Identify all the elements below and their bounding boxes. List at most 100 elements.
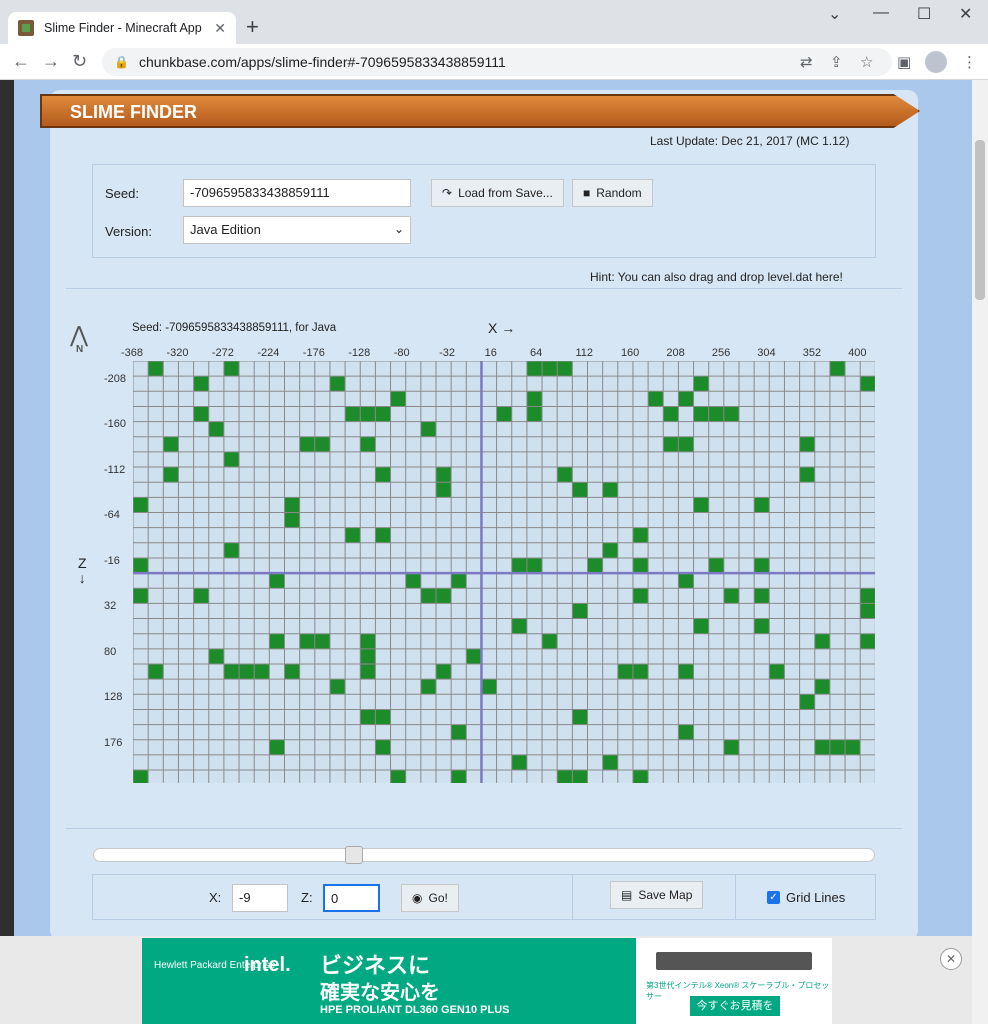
slime-chunk xyxy=(223,361,240,377)
ad-product: HPE PROLIANT DL360 GEN10 PLUS xyxy=(320,1004,510,1016)
load-from-save-button[interactable]: ↷ Load from Save... xyxy=(431,179,564,207)
x-tick-label: 256 xyxy=(711,347,731,359)
slime-chunk xyxy=(360,664,376,680)
chevron-down-icon: ⌄ xyxy=(393,222,404,236)
back-icon[interactable]: ← xyxy=(12,51,30,72)
version-label: Version: xyxy=(105,224,152,239)
x-axis-label: X → xyxy=(488,320,516,336)
advertisement[interactable]: Hewlett Packard Enterprise intel. ビジネスに … xyxy=(142,938,832,1024)
z-tick-label: -16 xyxy=(104,554,120,567)
x-tick-label: 304 xyxy=(757,347,776,359)
slime-chunk xyxy=(420,421,436,437)
slime-chunk xyxy=(678,391,694,407)
x-coord-label: X: xyxy=(209,890,222,905)
slime-chunk xyxy=(375,527,391,543)
slime-chunk xyxy=(193,376,209,392)
slime-chunk xyxy=(375,709,391,725)
page-scrollbar[interactable] xyxy=(972,80,988,1024)
slime-chunk xyxy=(678,724,694,740)
scrollbar-thumb[interactable] xyxy=(975,140,985,300)
tab-close-icon[interactable]: ✕ xyxy=(214,20,226,37)
slime-chunk xyxy=(632,770,649,783)
x-tick-label: -320 xyxy=(166,347,189,359)
slime-chunk xyxy=(557,361,573,377)
slime-chunk xyxy=(632,588,649,604)
slime-chunk xyxy=(496,406,512,422)
slime-chunk xyxy=(360,406,376,422)
close-window-icon[interactable]: ✕ xyxy=(959,4,972,24)
save-icon: ▤ xyxy=(621,888,633,902)
slime-chunk xyxy=(860,588,875,604)
ad-cta-button[interactable]: 今すぐお見積を xyxy=(690,996,780,1016)
slime-chunk xyxy=(814,739,830,755)
slime-chunk xyxy=(769,664,785,680)
slime-chunk xyxy=(693,497,709,513)
slime-chunk xyxy=(860,376,875,392)
slime-chunk xyxy=(133,557,149,574)
omnibox[interactable]: 🔒 chunkbase.com/apps/slime-finder#-70965… xyxy=(102,48,892,76)
x-tick-label: 64 xyxy=(530,347,543,359)
random-button[interactable]: ■ Random xyxy=(572,179,653,207)
menu-kebab-icon[interactable]: ⋮ xyxy=(962,53,977,71)
version-select[interactable]: Java Edition ⌄ xyxy=(183,216,411,244)
slime-chunk xyxy=(345,527,361,543)
slime-chunk xyxy=(814,679,830,695)
slime-chunk xyxy=(208,648,224,664)
z-tick-label: 128 xyxy=(104,691,123,704)
slime-chunk xyxy=(148,361,164,377)
save-map-button[interactable]: ▤ Save Map xyxy=(610,881,704,909)
slime-chunk xyxy=(799,694,815,710)
app-title-banner: SLIME FINDER xyxy=(40,94,920,128)
slime-chunk xyxy=(526,557,543,574)
z-coord-input[interactable]: 0 xyxy=(323,884,380,912)
browser-tab[interactable]: Slime Finder - Minecraft App ✕ xyxy=(8,12,236,44)
new-tab-icon[interactable]: + xyxy=(246,14,259,40)
slime-chunk xyxy=(632,664,649,680)
maximize-icon[interactable]: ☐ xyxy=(917,4,931,24)
slime-chunk xyxy=(345,406,361,422)
slime-chunk xyxy=(269,739,285,755)
side-panel-icon[interactable]: ▣ xyxy=(897,53,911,71)
slime-chunk xyxy=(572,482,588,498)
slime-chunk xyxy=(723,406,739,422)
slime-chunk xyxy=(299,633,315,649)
slime-chunk xyxy=(193,406,209,422)
slime-chunk xyxy=(708,406,724,422)
x-tick-label: 16 xyxy=(484,347,497,359)
translate-icon[interactable]: ⇄ xyxy=(800,53,813,71)
slime-chunk xyxy=(511,618,527,634)
x-tick-label: 400 xyxy=(848,347,867,359)
slime-chunk xyxy=(723,588,739,604)
grid-lines-checkbox[interactable]: ✓ xyxy=(767,891,780,904)
profile-avatar[interactable] xyxy=(925,51,947,73)
x-coord-input[interactable]: -9 xyxy=(232,884,288,912)
forward-icon[interactable]: → xyxy=(42,51,60,72)
go-button[interactable]: ◉ Go! xyxy=(401,884,459,912)
seed-label: Seed: xyxy=(105,186,139,201)
slime-chunk xyxy=(754,497,770,513)
slime-chunk xyxy=(223,664,240,680)
slime-chunk xyxy=(693,618,709,634)
tab-search-icon[interactable]: ⌄ xyxy=(828,4,841,24)
x-tick-label: -368 xyxy=(121,347,144,359)
minimize-icon[interactable]: — xyxy=(873,4,889,22)
lock-icon: 🔒 xyxy=(114,55,129,69)
intel-logo: intel. xyxy=(244,954,291,976)
slime-chunk xyxy=(420,588,436,604)
load-icon: ↷ xyxy=(442,186,453,200)
reload-icon[interactable]: ↻ xyxy=(72,51,87,72)
z-axis-label: Z ↓ xyxy=(78,555,87,586)
slime-chunk xyxy=(269,633,285,649)
bookmark-star-icon[interactable]: ☆ xyxy=(860,53,873,71)
share-icon[interactable]: ⇪ xyxy=(830,53,843,71)
zoom-slider[interactable] xyxy=(93,846,875,864)
slime-chunk xyxy=(829,739,846,755)
ad-close-icon[interactable]: ✕ xyxy=(940,948,962,970)
slime-chunk xyxy=(329,679,346,695)
seed-input[interactable]: -7096595833438859111 xyxy=(183,179,411,207)
slime-chunk xyxy=(223,542,240,558)
slider-knob[interactable] xyxy=(344,846,363,864)
x-tick-label: 352 xyxy=(802,347,822,359)
slime-chunk xyxy=(648,391,664,407)
slime-chunk-map[interactable] xyxy=(133,361,875,783)
